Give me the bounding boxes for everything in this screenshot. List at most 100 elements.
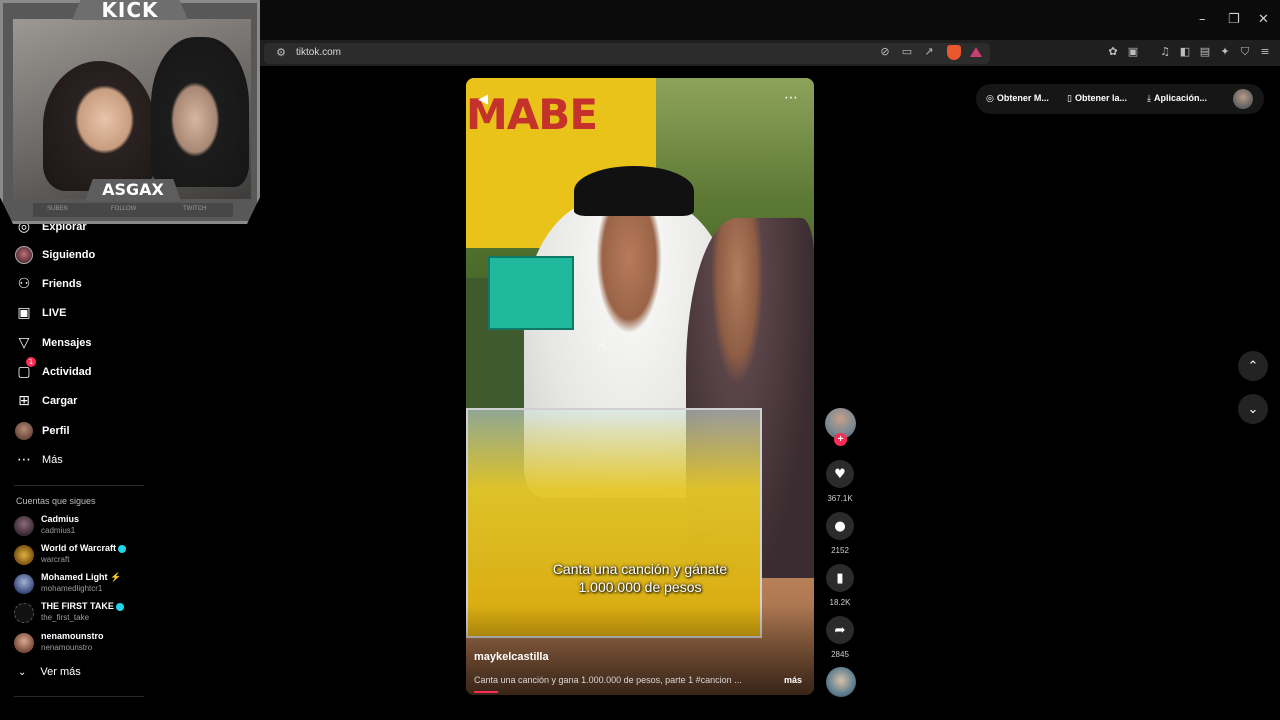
chevron-down-icon: ⌄ [18,666,27,678]
sidebar-item-friends[interactable]: ⚇ Friends [14,273,82,295]
comment-icon: ● [834,518,846,534]
upload-icon: ⊞ [18,393,30,409]
video-basket [488,256,574,330]
more-options-icon[interactable]: ⋯ [784,90,799,106]
like-count: 367.1K [827,494,853,503]
sidebar-toggle-icon[interactable]: ◧ [1178,45,1192,59]
sidebar-item-label: LIVE [42,307,67,319]
sidebar-item-siguiendo[interactable]: Siguiendo [14,244,95,266]
account-name: Cadmius [41,514,80,524]
activity-icon: ▢ 1 [14,357,36,382]
wallet-icon[interactable]: ▤ [1198,45,1212,59]
caption-line-2: 1.000.000 de pesos [578,579,702,595]
close-icon[interactable]: ✕ [1258,12,1269,27]
comment-button[interactable]: ● [826,512,854,540]
bar-label-follow: FOLLOW [111,206,137,212]
video-progress[interactable] [474,691,498,693]
see-more-button[interactable]: ⌄ Ver más [18,666,81,678]
extensions-icon[interactable]: ✿ [1106,45,1120,59]
chevron-down-icon: ⌄ [1247,401,1259,417]
sidebar-item-live[interactable]: ▣ LIVE [14,302,66,324]
media-icon[interactable]: ♫ [1158,45,1172,59]
friends-icon: ⚇ [17,276,31,292]
previous-video-button[interactable]: ⌃ [1238,351,1268,381]
account-name: nenamounstro [41,631,104,641]
save-count: 18.2K [829,598,851,607]
verified-icon [118,544,127,553]
save-button[interactable]: ▮ [826,564,854,592]
avatar [14,516,34,536]
sidebar-item-label: Cargar [42,395,78,407]
no-track-icon[interactable]: ⊘ [878,45,892,59]
sidebar-item-label: Mensajes [42,337,92,349]
sidebar-item-label: Más [42,454,63,466]
notification-badge: 1 [26,357,36,367]
sidebar-item-label: Perfil [42,425,70,437]
streamer-girl [43,61,155,191]
lightning-icon: ⚡ [110,572,122,582]
minimize-icon[interactable]: – [1199,12,1206,27]
next-video-button[interactable]: ⌄ [1238,394,1268,424]
video-player[interactable]: MABE ◀ ⋯ Canta una canción y gánate 1.00… [466,78,814,695]
user-avatar[interactable] [1233,89,1253,109]
heart-icon: ♥ [834,466,846,482]
sidebar-item-label: Friends [42,278,82,290]
avatar [14,545,34,565]
music-disc-avatar[interactable] [826,667,856,697]
vpn-icon[interactable]: ⛉ [1238,45,1252,59]
site-settings-icon[interactable]: ⚙ [274,46,288,60]
share-button[interactable]: ➦ [826,616,854,644]
kick-logo: KICK [101,0,159,22]
account-username: warcraft [41,555,70,564]
share-count: 2845 [831,650,849,659]
bookmark-icon: ▮ [836,570,844,586]
bar-label-twitch: TWITCH [183,206,207,212]
desktop-app-button[interactable]: ⤓ Aplicación... [1147,93,1207,104]
following-section-title: Cuentas que sigues [16,496,96,506]
sidebar-item-mensajes[interactable]: ▽ Mensajes [14,332,92,354]
sidebar-item-actividad[interactable]: ▢ 1 Actividad [14,357,92,383]
comment-count: 2152 [831,546,849,555]
leo-ai-icon[interactable]: ✦ [1218,45,1232,59]
menu-icon[interactable]: ≡ [1258,45,1272,59]
account-username: cadmius1 [41,526,76,535]
bar-label-suben: SUBEN [47,206,68,212]
account-name: THE FIRST TAKE [41,601,124,611]
follow-plus-icon[interactable]: + [834,433,847,446]
brave-shield-icon[interactable] [947,45,961,60]
phone-icon: ▯ [1067,94,1072,104]
cursor-icon: ☝ [598,339,607,355]
like-button[interactable]: ♥ [826,460,854,488]
webcam-overlay: ASGAX SUBEN FOLLOW TWITCH [0,0,260,224]
volume-icon[interactable]: ◀ [478,92,488,107]
avatar [14,633,34,653]
video-author[interactable]: maykelcastilla [474,651,549,663]
coin-icon: ◎ [986,94,994,104]
sidebar-item-cargar[interactable]: ⊞ Cargar [14,390,77,412]
sidebar-item-perfil[interactable]: Perfil [14,420,70,442]
description-more-button[interactable]: más [784,675,802,685]
profile-avatar-icon [14,421,34,441]
get-app-button[interactable]: ▯ Obtener la... [1067,93,1127,104]
following-avatar-icon [14,245,34,265]
sidebar-divider [14,485,144,486]
streamer-boy [151,37,249,187]
live-icon: ▣ [17,305,31,321]
account-name: Mohamed Light ⚡ [41,572,122,582]
get-coins-button[interactable]: ◎ Obtener M... [986,93,1049,104]
url-text[interactable]: tiktok.com [296,47,341,58]
cast-icon[interactable]: ▭ [900,45,914,59]
share-icon[interactable]: ↗ [922,45,936,59]
verified-icon [115,602,124,611]
sidebar-item-mas[interactable]: ⋯ Más [14,449,63,471]
video-juice-tank [466,408,762,638]
rewards-icon[interactable] [970,47,982,57]
webcam-bottom-bar: SUBEN FOLLOW TWITCH [33,203,233,217]
account-username: the_first_take [41,613,90,622]
streamer-name: ASGAX [102,180,164,199]
sidebar-item-label: Siguiendo [42,249,96,261]
account-name: World of Warcraft [41,543,127,553]
restore-icon[interactable]: ❐ [1228,12,1240,27]
send-icon: ▽ [18,335,30,351]
tab-search-icon[interactable]: ▣ [1126,45,1140,59]
